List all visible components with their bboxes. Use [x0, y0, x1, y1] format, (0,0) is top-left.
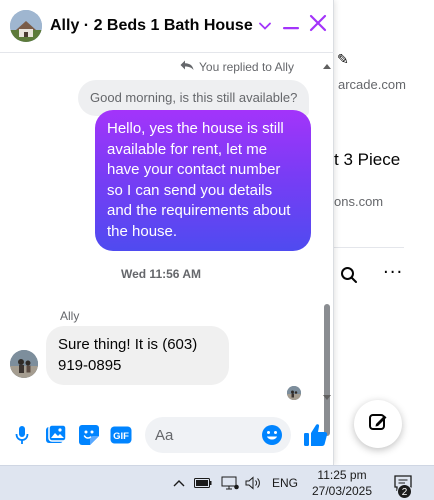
- background-link-text[interactable]: arcade.com: [338, 77, 406, 92]
- battery-icon[interactable]: [193, 465, 213, 500]
- scroll-down-arrow-icon[interactable]: [323, 388, 331, 406]
- system-clock[interactable]: 11:25 pm 27/03/2025: [305, 465, 379, 500]
- minimize-button[interactable]: [280, 15, 302, 37]
- thumbs-up-icon[interactable]: [302, 421, 330, 449]
- language-indicator[interactable]: ENG: [269, 465, 301, 500]
- background-edit-icon[interactable]: ✎: [337, 52, 349, 68]
- seen-indicator-avatar: [287, 386, 301, 400]
- message-input-container[interactable]: [145, 417, 291, 453]
- microphone-icon[interactable]: [10, 423, 34, 447]
- chat-window: Ally · 2 Beds 1 Bath House You replied t…: [0, 0, 334, 465]
- close-button[interactable]: [307, 14, 329, 36]
- chevron-down-icon[interactable]: [258, 22, 271, 30]
- sent-message[interactable]: Hello, yes the house is still available …: [95, 110, 311, 251]
- header-divider: [0, 52, 334, 53]
- chat-scrollbar[interactable]: [321, 54, 333, 436]
- background-divider: [334, 247, 404, 248]
- volume-icon[interactable]: [244, 465, 264, 500]
- notification-count-badge: 2: [397, 484, 412, 499]
- screen: ✎ arcade.com t 3 Piece ons.com ··· ‹ All…: [0, 0, 434, 500]
- new-message-button[interactable]: [354, 400, 402, 448]
- network-icon[interactable]: [219, 465, 241, 500]
- message-composer: GIF: [0, 410, 334, 460]
- clock-date: 27/03/2025: [311, 483, 373, 498]
- search-icon[interactable]: [340, 266, 358, 289]
- received-message[interactable]: Sure thing! It is (603) 919-0895: [46, 326, 229, 385]
- scroll-up-arrow-icon[interactable]: [323, 56, 331, 74]
- compose-icon: [367, 411, 389, 438]
- message-timestamp: Wed 11:56 AM: [120, 267, 202, 281]
- message-input[interactable]: [155, 417, 260, 453]
- background-listing-title[interactable]: t 3 Piece: [334, 150, 400, 170]
- close-icon: [309, 14, 327, 37]
- clock-time: 11:25 pm: [317, 467, 367, 482]
- show-hidden-icons-icon[interactable]: [170, 465, 188, 500]
- reply-arrow-icon: [180, 60, 194, 74]
- photo-icon[interactable]: [44, 423, 68, 447]
- sender-name: Ally: [60, 309, 80, 323]
- minimize-icon: [282, 17, 300, 35]
- emoji-icon[interactable]: [261, 424, 283, 446]
- gif-icon[interactable]: GIF: [109, 423, 133, 447]
- listing-avatar[interactable]: [10, 10, 42, 42]
- reply-note: You replied to Ally: [199, 60, 294, 74]
- sticker-icon[interactable]: [77, 423, 101, 447]
- gif-label: GIF: [113, 431, 129, 442]
- background-link-text-2[interactable]: ons.com: [334, 194, 383, 209]
- more-icon[interactable]: ···: [383, 262, 403, 283]
- chat-title[interactable]: Ally · 2 Beds 1 Bath House: [50, 17, 253, 35]
- reply-context: You replied to Ally: [180, 60, 294, 74]
- sender-avatar[interactable]: [10, 350, 38, 378]
